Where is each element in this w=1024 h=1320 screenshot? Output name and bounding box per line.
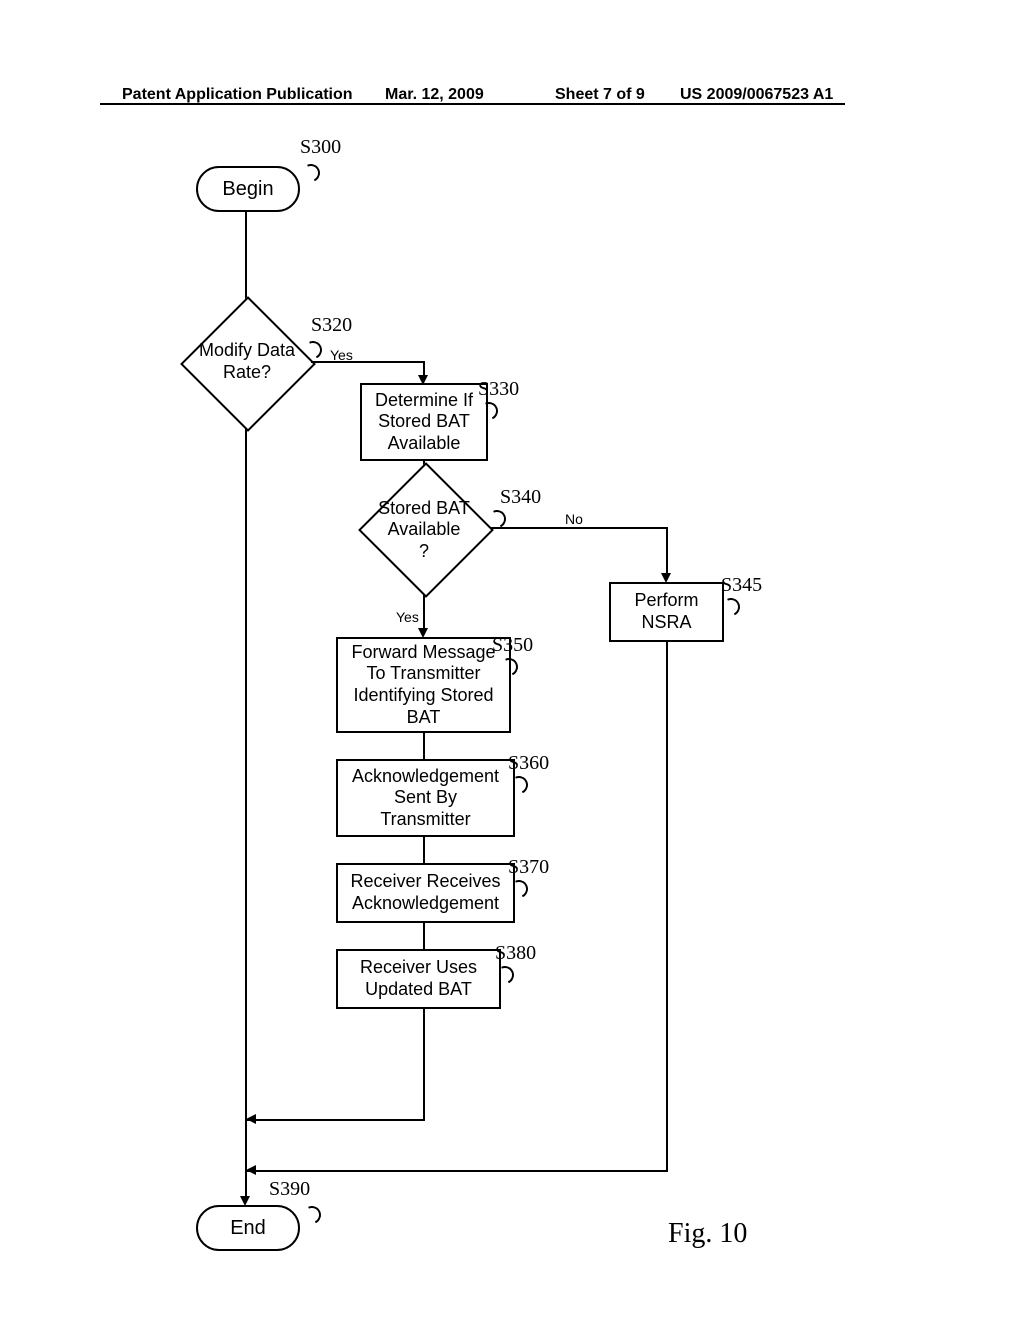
figure-label: Fig. 10: [668, 1218, 747, 1250]
header-left: Patent Application Publication: [122, 86, 353, 104]
edge-s345-s390-v: [666, 642, 668, 1170]
edge-s370-s380: [423, 923, 425, 949]
ref-s370: S370: [508, 856, 549, 879]
label-no: No: [565, 511, 583, 527]
ref-s345: S345: [721, 574, 762, 597]
refmark-s300: [299, 161, 322, 184]
ref-s320: S320: [311, 314, 352, 337]
node-s350: Forward Message To Transmitter Identifyi…: [336, 637, 511, 733]
ref-s380: S380: [495, 942, 536, 965]
arrow-s345-s390-join: [246, 1165, 256, 1175]
node-decide-bat-text: Stored BAT Available ?: [360, 498, 488, 562]
ref-s390: S390: [269, 1178, 310, 1201]
ref-s340: S340: [500, 486, 541, 509]
edge-s345-s390-h: [246, 1170, 668, 1172]
node-decide-rate-text: Modify Data Rate?: [183, 338, 311, 386]
edge-s360-s370: [423, 837, 425, 863]
header-rule: [100, 103, 845, 105]
edge-s340-s350: [423, 594, 425, 630]
header-sheet: Sheet 7 of 9: [555, 86, 645, 104]
edge-s380-down: [423, 1009, 425, 1119]
ref-s330: S330: [478, 378, 519, 401]
ref-s350: S350: [492, 634, 533, 657]
page: Patent Application Publication Mar. 12, …: [0, 0, 1024, 1320]
edge-s350-s360: [423, 733, 425, 759]
edge-s340-s345-h: [490, 527, 666, 529]
node-s345: Perform NSRA: [609, 582, 724, 642]
edge-s320-s330-h: [311, 361, 423, 363]
edge-s380-left: [246, 1119, 425, 1121]
node-s370: Receiver Receives Acknowledgement: [336, 863, 515, 923]
node-s380: Receiver Uses Updated BAT: [336, 949, 501, 1009]
label-yes-1: Yes: [330, 347, 353, 363]
arrow-s380-join: [246, 1114, 256, 1124]
header-pubno: US 2009/0067523 A1: [680, 86, 833, 104]
ref-s300: S300: [300, 136, 341, 159]
node-s360: Acknowledgement Sent By Transmitter: [336, 759, 515, 837]
node-begin: Begin: [196, 166, 300, 212]
edge-s340-s345-v: [666, 527, 668, 575]
label-yes-2: Yes: [396, 609, 419, 625]
edge-s320-s390: [245, 428, 247, 1170]
edge-merge-end: [245, 1170, 247, 1198]
node-s330: Determine If Stored BAT Available: [360, 383, 488, 461]
node-end: End: [196, 1205, 300, 1251]
refmark-s390: [300, 1203, 323, 1226]
edge-s300-s320: [245, 210, 247, 310]
header-date: Mar. 12, 2009: [385, 86, 484, 104]
ref-s360: S360: [508, 752, 549, 775]
